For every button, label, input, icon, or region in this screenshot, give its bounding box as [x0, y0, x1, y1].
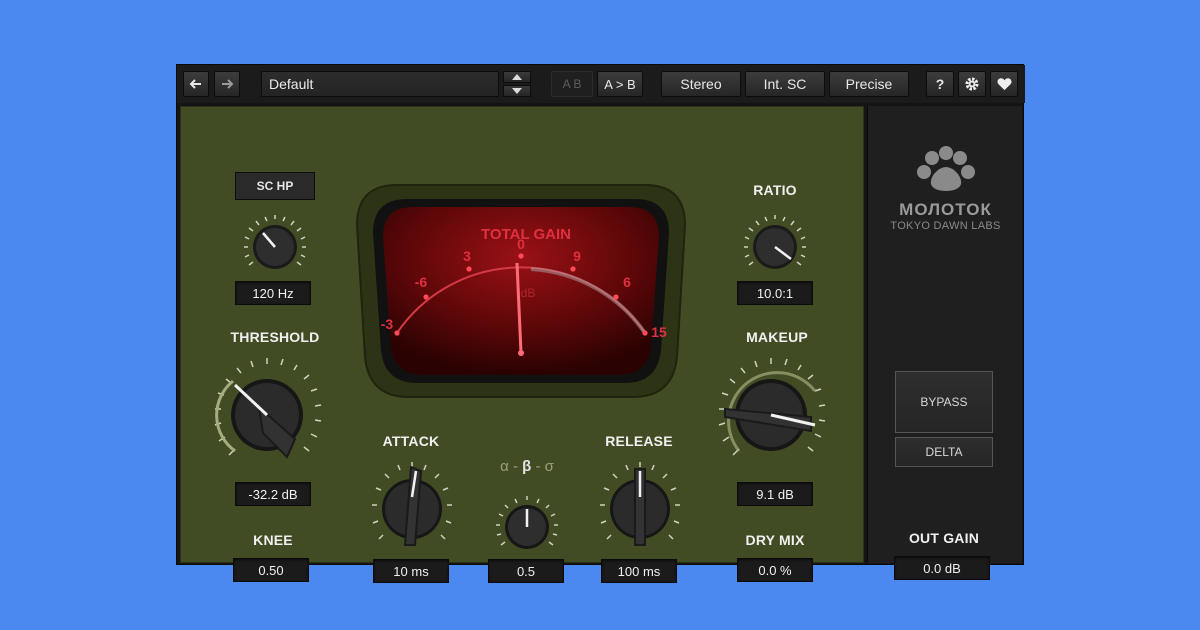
makeup-label: MAKEUP: [746, 329, 808, 345]
ab-toggle-button[interactable]: A B: [551, 71, 593, 97]
beta-label: β: [522, 458, 532, 475]
threshold-value[interactable]: -32.2 dB: [235, 482, 311, 506]
meter-scale-label: 6: [623, 274, 631, 290]
release-label: RELEASE: [605, 433, 673, 449]
threshold-label: THRESHOLD: [230, 329, 320, 345]
brand-logo: МОЛОТОК TOKYO DAWN LABS: [868, 146, 1023, 232]
separator: -: [512, 458, 518, 475]
ratio-knob[interactable]: [735, 207, 815, 279]
attack-value[interactable]: 10 ms: [373, 559, 449, 583]
main-panel: SC HP 120 Hz THRESHOLD -32.2 dB KNEE 0.5…: [180, 106, 864, 583]
undo-button[interactable]: [183, 71, 209, 97]
redo-button[interactable]: [214, 71, 240, 97]
ratio-label: RATIO: [753, 182, 797, 198]
preset-prev-button[interactable]: [503, 71, 531, 83]
alpha-beta-sigma-value[interactable]: 0.5: [488, 559, 564, 583]
out-gain-label: OUT GAIN: [908, 530, 980, 546]
sc-hp-knob[interactable]: [235, 207, 315, 279]
int-sc-button[interactable]: Int. SC: [745, 71, 825, 97]
gear-icon: [965, 77, 979, 91]
alpha-label: α: [500, 458, 509, 475]
paw-logo-icon: [916, 146, 975, 191]
threshold-knob[interactable]: [207, 351, 337, 471]
meter-scale-label: 3: [463, 248, 471, 264]
meter-scale-label: 15: [651, 324, 667, 340]
out-gain-value[interactable]: 0.0 dB: [894, 556, 990, 580]
precise-button[interactable]: Precise: [829, 71, 909, 97]
total-gain-meter: TOTAL GAIN -3 -6 3 0 9 6 15 dB: [355, 184, 687, 398]
delta-button[interactable]: DELTA: [895, 437, 993, 467]
sigma-label: σ: [544, 458, 554, 475]
separator: -: [535, 458, 541, 475]
ratio-value[interactable]: 10.0:1: [737, 281, 813, 305]
heart-icon: [997, 78, 1011, 91]
side-panel: МОЛОТОК TOKYO DAWN LABS BYPASS DELTA OUT…: [867, 106, 1023, 580]
makeup-knob[interactable]: [711, 351, 841, 471]
favorite-button[interactable]: [990, 71, 1018, 97]
meter-scale-label: -6: [415, 274, 428, 290]
makeup-value[interactable]: 9.1 dB: [737, 482, 813, 506]
release-knob[interactable]: [595, 457, 685, 557]
settings-button[interactable]: [958, 71, 986, 97]
meter-scale-label: 9: [573, 248, 581, 264]
toolbar: Default A B A > B Stereo Int. SC Precise…: [177, 65, 1025, 103]
sc-hp-button[interactable]: SC HP: [235, 172, 315, 200]
preset-spinner[interactable]: [503, 71, 531, 97]
release-value[interactable]: 100 ms: [601, 559, 677, 583]
alpha-beta-sigma-knob[interactable]: [487, 487, 567, 559]
sc-hp-value[interactable]: 120 Hz: [235, 281, 311, 305]
preset-name-field[interactable]: Default: [261, 71, 499, 97]
attack-knob[interactable]: [367, 457, 457, 557]
bypass-button[interactable]: BYPASS: [895, 371, 993, 433]
dry-mix-label: DRY MIX: [745, 532, 805, 548]
brand-name: МОЛОТОК: [899, 200, 992, 219]
preset-next-button[interactable]: [503, 85, 531, 97]
chevron-down-icon: [512, 88, 522, 94]
company-name: TOKYO DAWN LABS: [890, 220, 1001, 232]
a-to-b-button[interactable]: A > B: [597, 71, 643, 97]
knee-label: KNEE: [253, 532, 293, 548]
stereo-button[interactable]: Stereo: [661, 71, 741, 97]
knee-value[interactable]: 0.50: [233, 558, 309, 582]
meter-title: TOTAL GAIN: [481, 226, 571, 243]
alpha-beta-sigma-label: α - β - σ: [491, 458, 563, 475]
arrow-left-icon: [189, 79, 201, 89]
meter-unit: dB: [521, 286, 536, 300]
help-button[interactable]: ?: [926, 71, 954, 97]
chevron-up-icon: [512, 74, 522, 80]
plugin-window: Default A B A > B Stereo Int. SC Precise…: [176, 64, 1025, 583]
arrow-right-icon: [222, 79, 234, 89]
meter-scale-label: -3: [381, 316, 394, 332]
dry-mix-value[interactable]: 0.0 %: [737, 558, 813, 582]
meter-scale-label: 0: [517, 236, 525, 252]
attack-label: ATTACK: [382, 433, 440, 449]
